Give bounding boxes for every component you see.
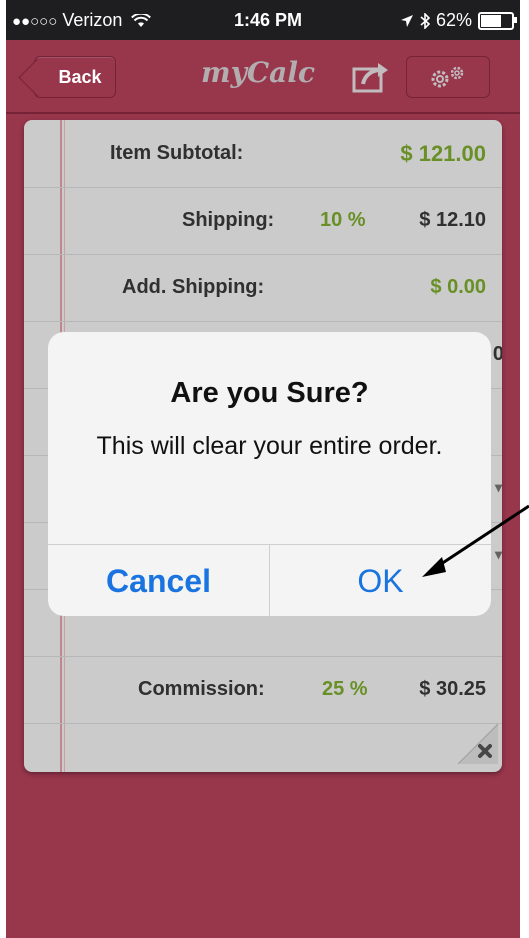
app-screen: ●●○○○ Verizon 1:46 PM 62% Back myCalc It… (6, 0, 520, 938)
status-right: 62% (400, 10, 517, 31)
bluetooth-icon (420, 12, 430, 29)
clock: 1:46 PM (234, 10, 303, 30)
battery-icon (478, 11, 517, 30)
dialog-message: This will clear your entire order. (96, 432, 443, 460)
carrier-info: ●●○○○ Verizon (12, 10, 152, 31)
status-bar: ●●○○○ Verizon 1:46 PM 62% (6, 0, 520, 40)
wifi-icon (131, 13, 152, 28)
back-button-label: Back (58, 66, 102, 87)
location-arrow-icon (400, 14, 413, 27)
carrier-name: Verizon (62, 10, 123, 30)
battery-percent: 62% (435, 10, 472, 30)
cancel-button[interactable]: Cancel (48, 545, 270, 616)
signal-dots: ●●○○○ (12, 13, 58, 30)
dialog-title: Are you Sure? (170, 377, 369, 409)
annotation-arrow-icon (422, 504, 529, 577)
